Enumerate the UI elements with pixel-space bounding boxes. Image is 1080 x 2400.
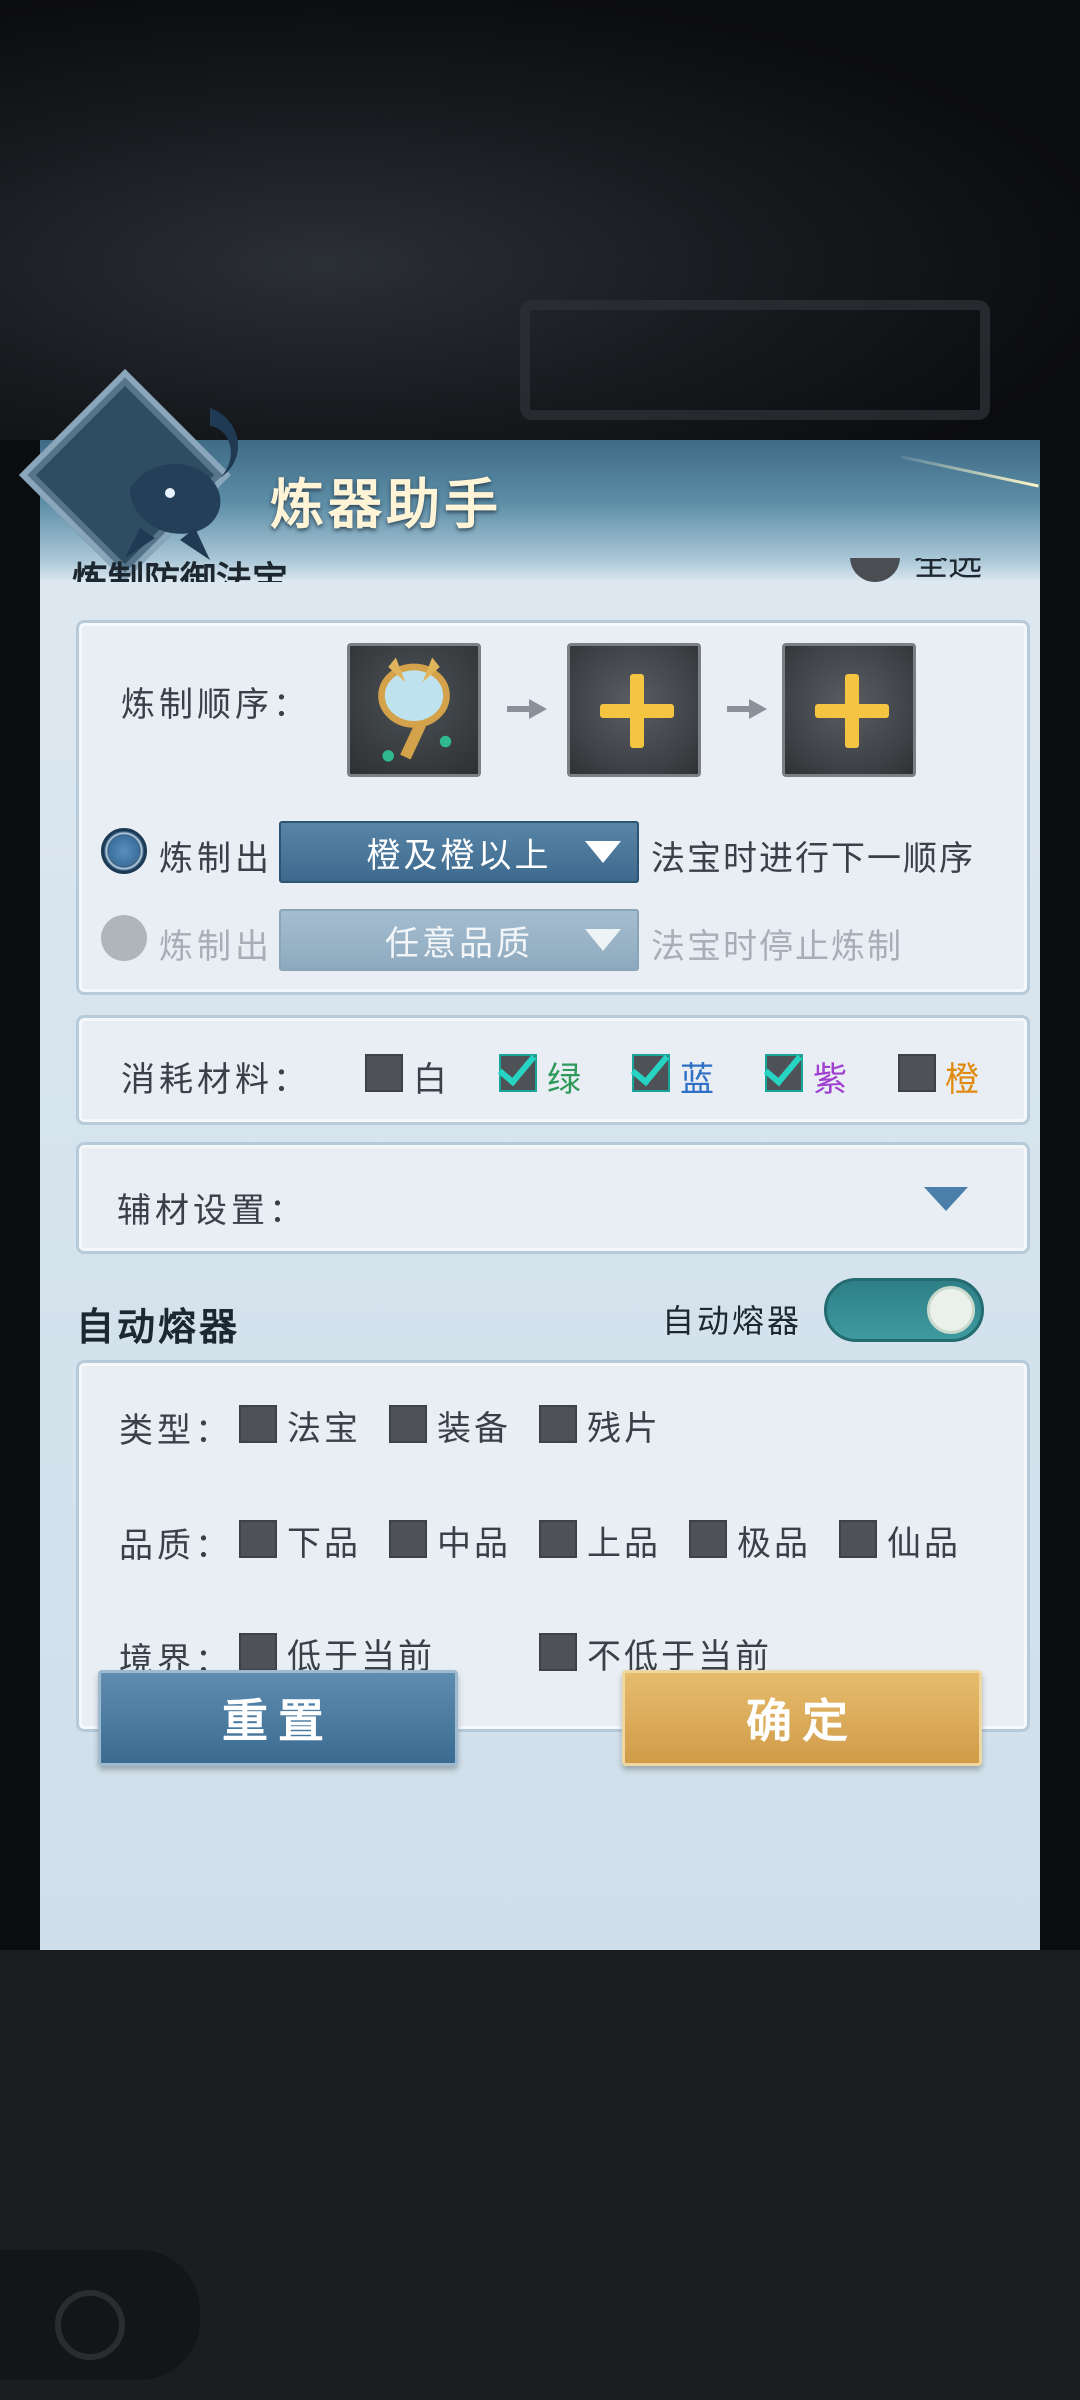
material-purple-checkbox[interactable] <box>765 1054 803 1092</box>
rule-next-radio[interactable] <box>101 828 147 874</box>
chevron-down-icon <box>585 841 621 863</box>
rule-stop-prefix: 炼制出 <box>159 927 273 967</box>
auto-melt-title: 自动熔器 <box>76 1305 241 1349</box>
auto-melt-toggle-label: 自动熔器 <box>662 1302 803 1340</box>
quality-high-checkbox[interactable] <box>539 1520 577 1558</box>
material-purple-label: 紫 <box>813 1060 850 1100</box>
refine-sequence-panel: 炼制顺序： 炼制出 橙及橙以上 法宝时进行下一顺序 炼制出 任意品质 法宝时停止… <box>76 620 1030 995</box>
chevron-down-icon <box>585 929 621 951</box>
sequence-label: 炼制顺序： <box>121 685 311 725</box>
quality-high-label: 上品 <box>587 1524 661 1564</box>
auto-melt-toggle[interactable] <box>824 1278 984 1342</box>
material-white-label: 白 <box>413 1060 450 1100</box>
toggle-knob <box>927 1286 975 1334</box>
rule-stop-radio[interactable] <box>101 915 147 961</box>
quality-low-label: 下品 <box>287 1524 361 1564</box>
type-artifact-label: 法宝 <box>287 1409 361 1449</box>
select-all-toggle[interactable]: 全选 <box>850 558 982 582</box>
type-artifact-checkbox[interactable] <box>239 1405 277 1443</box>
select-all-icon <box>850 558 900 582</box>
auxiliary-label: 辅材设置： <box>117 1191 307 1231</box>
artifact-fan-icon <box>378 657 452 762</box>
quality-immortal-label: 仙品 <box>887 1524 961 1564</box>
rule-stop-quality-dropdown[interactable]: 任意品质 <box>279 909 639 971</box>
dialog-title: 炼器助手 <box>270 473 502 536</box>
chevron-down-icon <box>924 1187 968 1211</box>
arrow-right-icon <box>507 699 547 719</box>
type-equipment-label: 装备 <box>437 1409 511 1449</box>
rule-stop-quality-value: 任意品质 <box>385 923 533 964</box>
materials-label: 消耗材料： <box>121 1060 311 1100</box>
section-title-refine-defense: 炼制防御法宝 <box>72 560 289 582</box>
realm-not-below-checkbox[interactable] <box>539 1633 577 1671</box>
type-label: 类型： <box>119 1411 233 1451</box>
sequence-slot-1[interactable] <box>347 643 481 777</box>
material-orange-checkbox[interactable] <box>898 1054 936 1092</box>
rule-stop-suffix: 法宝时停止炼制 <box>651 927 903 967</box>
sequence-slot-3-add[interactable] <box>782 643 916 777</box>
materials-panel: 消耗材料： 白 绿 蓝 紫 橙 <box>76 1015 1030 1125</box>
quality-mid-checkbox[interactable] <box>389 1520 427 1558</box>
type-fragment-label: 残片 <box>587 1409 661 1449</box>
fox-emblem-icon <box>125 408 239 560</box>
type-fragment-checkbox[interactable] <box>539 1405 577 1443</box>
background-bar <box>520 300 990 420</box>
rule-next-quality-dropdown[interactable]: 橙及橙以上 <box>279 821 639 883</box>
rule-next-quality-value: 橙及橙以上 <box>366 835 552 876</box>
material-white-checkbox[interactable] <box>365 1054 403 1092</box>
quality-supreme-label: 极品 <box>737 1524 811 1564</box>
reset-button[interactable]: 重置 <box>98 1670 458 1766</box>
sequence-slot-2-add[interactable] <box>567 643 701 777</box>
material-orange-label: 橙 <box>945 1060 982 1100</box>
material-blue-label: 蓝 <box>680 1060 717 1100</box>
quality-immortal-checkbox[interactable] <box>839 1520 877 1558</box>
material-blue-checkbox[interactable] <box>632 1054 670 1092</box>
select-all-label: 全选 <box>914 558 982 582</box>
confirm-button[interactable]: 确定 <box>622 1670 982 1766</box>
quality-low-checkbox[interactable] <box>239 1520 277 1558</box>
quality-mid-label: 中品 <box>437 1524 511 1564</box>
quality-supreme-checkbox[interactable] <box>689 1520 727 1558</box>
star-line-decoration <box>901 455 1039 488</box>
rule-next-prefix: 炼制出 <box>159 839 273 879</box>
auxiliary-settings-dropdown[interactable]: 辅材设置： <box>76 1142 1030 1254</box>
realm-below-checkbox[interactable] <box>239 1633 277 1671</box>
type-equipment-checkbox[interactable] <box>389 1405 427 1443</box>
material-green-checkbox[interactable] <box>499 1054 537 1092</box>
rule-next-suffix: 法宝时进行下一顺序 <box>651 839 975 879</box>
refine-assistant-dialog: 炼器助手 炼制防御法宝 全选 炼制顺序： 炼制出 橙及橙以上 法宝时进行下一顺序… <box>18 368 1040 1950</box>
arrow-right-icon <box>727 699 767 719</box>
material-green-label: 绿 <box>547 1060 584 1100</box>
background-menu-icon <box>55 2290 125 2360</box>
quality-label: 品质： <box>119 1526 233 1566</box>
